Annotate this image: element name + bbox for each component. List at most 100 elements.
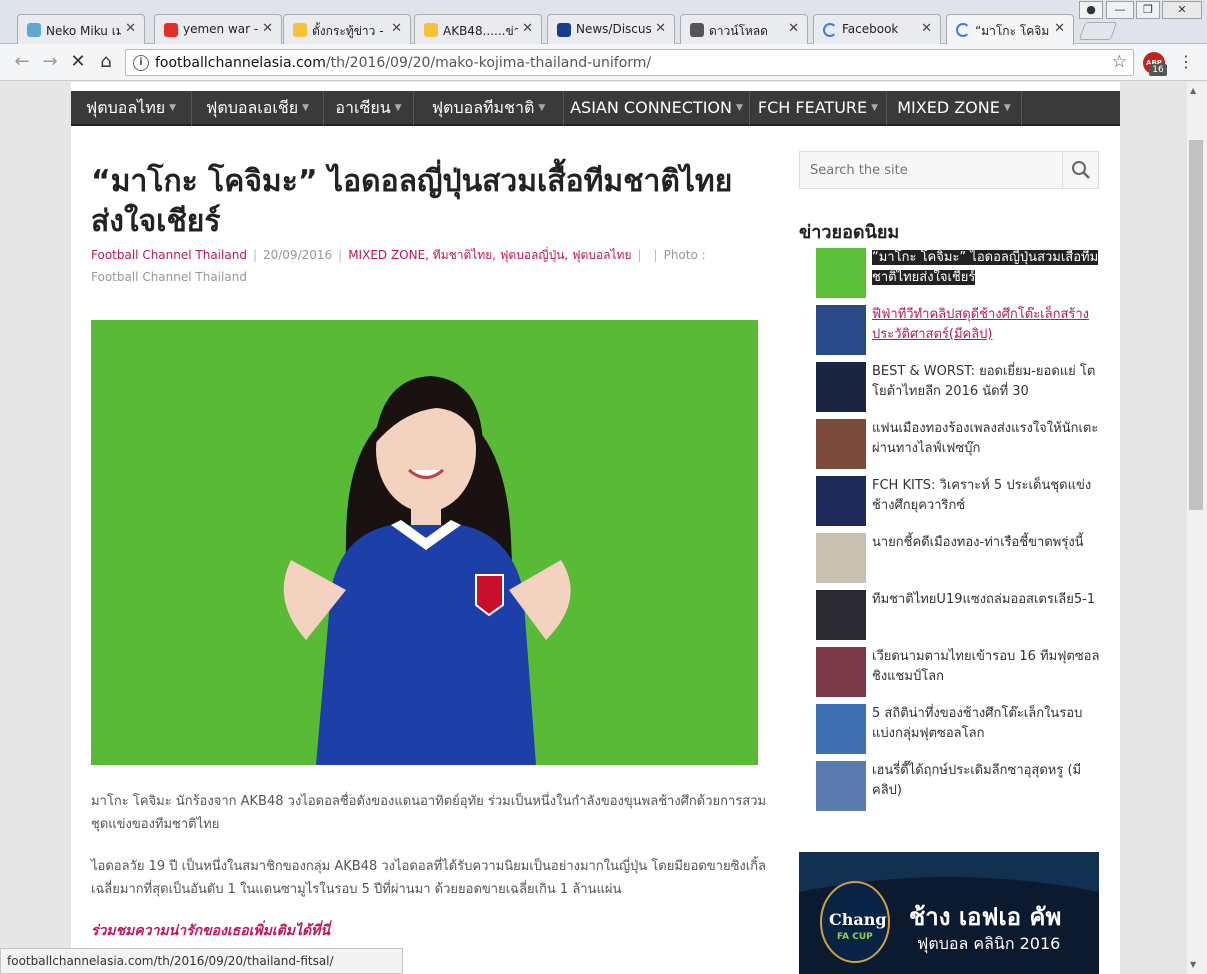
nav-item[interactable]: ASIAN CONNECTION ▼ bbox=[564, 91, 750, 126]
news-thumbnail[interactable] bbox=[816, 419, 866, 469]
scroll-down-icon[interactable]: ▼ bbox=[1190, 960, 1196, 969]
url-path: /th/2016/09/20/mako-kojima-thailand-unif… bbox=[325, 55, 652, 71]
scrollbar-thumb[interactable] bbox=[1189, 140, 1203, 510]
news-title-text: เวียดนามตามไทยเข้ารอบ 16 ทีมฟุตซอลชิงแชม… bbox=[872, 649, 1100, 684]
news-thumbnail[interactable] bbox=[816, 704, 866, 754]
news-title-link[interactable]: เวียดนามตามไทยเข้ารอบ 16 ทีมฟุตซอลชิงแชม… bbox=[872, 647, 1102, 687]
popular-news-item[interactable]: “มาโกะ โคจิมะ” ไอดอลญี่ปุ่นสวมเสื้อทีมชา… bbox=[816, 248, 1106, 300]
chevron-down-icon: ▼ bbox=[871, 103, 879, 113]
news-title-text: แฟนเมืองทองร้องเพลงส่งแรงใจให้นักเตะผ่าน… bbox=[872, 421, 1099, 456]
youtube-icon bbox=[164, 23, 178, 37]
forward-icon[interactable]: → bbox=[39, 51, 61, 73]
tab-close-icon[interactable]: ✕ bbox=[1054, 21, 1065, 36]
popular-news-item[interactable]: ทีมชาติไทยU19แซงถล่มออสเตรเลีย5-1 bbox=[816, 590, 1106, 642]
news-title-text: ฟีฟ่าทีวีทำคลิปสดุดีช้างศึกโต๊ะเล็กสร้าง… bbox=[872, 307, 1090, 342]
minimize-button[interactable]: — bbox=[1106, 1, 1134, 19]
nav-item[interactable]: FCH FEATURE ▼ bbox=[750, 91, 887, 126]
photo-credit-label: Photo : bbox=[663, 248, 706, 262]
news-thumbnail[interactable] bbox=[816, 647, 866, 697]
search-icon[interactable] bbox=[1062, 152, 1098, 188]
article-paragraph-1: มาโกะ โคจิมะ นักร้องจาก AKB48 วงไอดอลชื่… bbox=[91, 794, 767, 832]
news-title-link[interactable]: นายกชี้คดีเมืองทอง-ท่าเรือชี้ขาดพรุ่งนี้ bbox=[872, 533, 1102, 553]
nav-item[interactable]: ฟุตบอลทีมชาติ ▼ bbox=[414, 91, 564, 126]
home-icon[interactable]: ⌂ bbox=[95, 51, 117, 73]
popular-news-item[interactable]: เวียดนามตามไทยเข้ารอบ 16 ทีมฟุตซอลชิงแชม… bbox=[816, 647, 1106, 699]
browser-tab[interactable]: “มาโกะ โคจิมะ” ✕ bbox=[946, 14, 1074, 45]
news-title-text: ทีมชาติไทยU19แซงถล่มออสเตรเลีย5-1 bbox=[872, 592, 1096, 607]
read-more-link[interactable]: ร่วมชมความน่ารักของเธอเพิ่มเติมได้ที่นี่ bbox=[91, 920, 330, 942]
main-navigation: ฟุตบอลไทย ▼ ฟุตบอลเอเชีย ▼ อาเซียน ▼ ฟุตบอลทีม… bbox=[71, 91, 1120, 126]
news-thumbnail[interactable] bbox=[816, 362, 866, 412]
category-links[interactable]: MIXED ZONE, ทีมชาติไทย, ฟุตบอลญี่ปุ่น, ฟ… bbox=[348, 248, 631, 262]
news-thumbnail[interactable] bbox=[816, 533, 866, 583]
popular-news-item[interactable]: BEST & WORST: ยอดเยี่ยม-ยอดแย่ โตโยต้าไท… bbox=[816, 362, 1106, 414]
close-window-button[interactable]: ✕ bbox=[1162, 1, 1202, 19]
browser-tab[interactable]: News/Discuss ✕ bbox=[547, 14, 675, 45]
nav-item-label: MIXED ZONE bbox=[897, 98, 1000, 117]
browser-tab[interactable]: Neko Miku เม ✕ bbox=[17, 14, 145, 45]
news-thumbnail[interactable] bbox=[816, 590, 866, 640]
nav-item[interactable]: ฟุตบอลเอเชีย ▼ bbox=[192, 91, 324, 126]
news-title-link[interactable]: ฟีฟ่าทีวีทำคลิปสดุดีช้างศึกโต๊ะเล็กสร้าง… bbox=[872, 305, 1102, 345]
author-link[interactable]: Football Channel Thailand bbox=[91, 248, 247, 262]
tab-close-icon[interactable]: ✕ bbox=[391, 21, 402, 36]
news-thumbnail[interactable] bbox=[816, 305, 866, 355]
nav-item[interactable]: MIXED ZONE ▼ bbox=[887, 91, 1022, 126]
tab-label: Facebook bbox=[842, 22, 899, 36]
pantip-icon bbox=[293, 23, 307, 37]
maximize-button[interactable]: ❐ bbox=[1136, 1, 1160, 19]
profile-icon[interactable]: ● bbox=[1079, 1, 1103, 19]
browser-tab[interactable]: Facebook ✕ bbox=[813, 14, 941, 45]
news-title-link[interactable]: BEST & WORST: ยอดเยี่ยม-ยอดแย่ โตโยต้าไท… bbox=[872, 362, 1102, 402]
news-title-link[interactable]: เฮนรี่ดี๊ได้ฤกษ์ประเดิมลีกซาอุสุดหรู (มี… bbox=[872, 761, 1102, 801]
tab-close-icon[interactable]: ✕ bbox=[262, 21, 273, 36]
ad-subline: ฟุตบอล คลินิก 2016 bbox=[917, 934, 1061, 953]
tab-close-icon[interactable]: ✕ bbox=[655, 21, 666, 36]
news-title-link[interactable]: 5 สถิติน่าทึ่งของช้างศึกโต๊ะเล็กในรอบแบ่… bbox=[872, 704, 1102, 744]
news-thumbnail[interactable] bbox=[816, 761, 866, 811]
search-input[interactable] bbox=[800, 152, 1062, 188]
tab-label: Neko Miku เม bbox=[46, 24, 121, 38]
site-info-icon[interactable]: i bbox=[133, 55, 149, 71]
browser-tab[interactable]: ดาวน์โหลด ✕ bbox=[680, 14, 808, 45]
news-title-link[interactable]: FCH KITS: วิเคราะห์ 5 ประเด็นชุดแข่งช้าง… bbox=[872, 476, 1102, 516]
nav-item[interactable]: อาเซียน ▼ bbox=[324, 91, 414, 126]
nav-item-label: อาเซียน bbox=[335, 98, 391, 117]
idol-photo-illustration bbox=[91, 320, 758, 765]
tab-close-icon[interactable]: ✕ bbox=[921, 21, 932, 36]
news-thumbnail[interactable] bbox=[816, 248, 866, 298]
url-text[interactable]: footballchannelasia.com/th/2016/09/20/ma… bbox=[155, 55, 651, 71]
popular-news-item[interactable]: FCH KITS: วิเคราะห์ 5 ประเด็นชุดแข่งช้าง… bbox=[816, 476, 1106, 528]
popular-news-item[interactable]: นายกชี้คดีเมืองทอง-ท่าเรือชี้ขาดพรุ่งนี้ bbox=[816, 533, 1106, 585]
tab-close-icon[interactable]: ✕ bbox=[522, 21, 533, 36]
browser-menu-icon[interactable]: ⋮ bbox=[1178, 52, 1194, 71]
tab-close-icon[interactable]: ✕ bbox=[125, 21, 136, 36]
browser-tab[interactable]: ตั้งกระทู้ข่าว - P ✕ bbox=[283, 14, 411, 45]
tab-label: AKB48......ข่าย bbox=[443, 24, 518, 38]
address-bar[interactable]: i footballchannelasia.com/th/2016/09/20/… bbox=[125, 49, 1134, 76]
news-thumbnail[interactable] bbox=[816, 476, 866, 526]
scroll-up-icon[interactable]: ▲ bbox=[1190, 86, 1196, 95]
popular-news-item[interactable]: 5 สถิติน่าทึ่งของช้างศึกโต๊ะเล็กในรอบแบ่… bbox=[816, 704, 1106, 756]
browser-tab[interactable]: AKB48......ข่าย ✕ bbox=[414, 14, 542, 45]
bookmark-star-icon[interactable]: ☆ bbox=[1112, 52, 1127, 72]
popular-news-item[interactable]: เฮนรี่ดี๊ได้ฤกษ์ประเดิมลีกซาอุสุดหรู (มี… bbox=[816, 761, 1106, 813]
nav-item[interactable]: ฟุตบอลไทย ▼ bbox=[71, 91, 192, 126]
news-title-link[interactable]: แฟนเมืองทองร้องเพลงส่งแรงใจให้นักเตะผ่าน… bbox=[872, 419, 1102, 459]
stop-icon[interactable]: ✕ bbox=[67, 51, 89, 73]
chevron-down-icon: ▼ bbox=[302, 103, 309, 113]
ad-sub: FA CUP bbox=[837, 932, 873, 942]
back-icon[interactable]: ← bbox=[11, 51, 33, 73]
a10-icon bbox=[557, 23, 571, 37]
popular-news-item[interactable]: แฟนเมืองทองร้องเพลงส่งแรงใจให้นักเตะผ่าน… bbox=[816, 419, 1106, 471]
loading-icon bbox=[823, 23, 837, 37]
browser-tab[interactable]: yemen war - ✕ bbox=[154, 14, 282, 45]
neko-icon bbox=[27, 23, 41, 37]
chang-fa-cup-ad[interactable]: Chang FA CUP ช้าง เอฟเอ คัพ ฟุตบอล คลินิ… bbox=[799, 852, 1099, 974]
tab-close-icon[interactable]: ✕ bbox=[788, 21, 799, 36]
news-title-text: นายกชี้คดีเมืองทอง-ท่าเรือชี้ขาดพรุ่งนี้ bbox=[872, 535, 1084, 550]
popular-news-item[interactable]: ฟีฟ่าทีวีทำคลิปสดุดีช้างศึกโต๊ะเล็กสร้าง… bbox=[816, 305, 1106, 357]
new-tab-button[interactable] bbox=[1078, 22, 1118, 40]
news-title-link[interactable]: ทีมชาติไทยU19แซงถล่มออสเตรเลีย5-1 bbox=[872, 590, 1102, 610]
news-title-link[interactable]: “มาโกะ โคจิมะ” ไอดอลญี่ปุ่นสวมเสื้อทีมชา… bbox=[872, 248, 1102, 288]
